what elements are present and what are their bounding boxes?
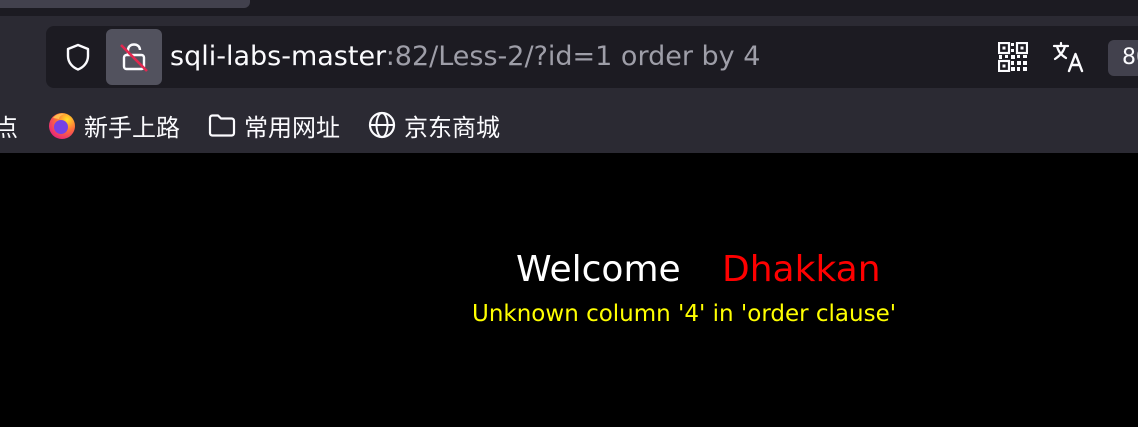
bookmark-label: 点 [0,113,18,142]
url-host: sqli-labs-master [170,41,386,72]
url-path: :82/Less-2/?id=1 order by 4 [385,41,761,72]
browser-chrome: sqli-labs-master:82/Less-2/?id=1 order b… [0,0,1138,153]
bookmark-item-partial[interactable]: 点 [0,108,18,142]
error-text: Unknown column '4' in 'order clause' [472,301,897,327]
address-bar[interactable]: sqli-labs-master:82/Less-2/?id=1 order b… [46,26,1138,88]
globe-icon [366,109,398,141]
user-name-text: Dhakkan [722,249,881,290]
bookmark-label: 常用网址 [244,113,340,142]
lock-insecure-icon[interactable] [106,29,162,85]
translate-icon[interactable] [1050,38,1088,76]
shield-icon[interactable] [62,41,94,73]
page-content: Welcome Dhakkan Unknown column '4' in 'o… [0,153,1138,427]
folder-icon [206,109,238,141]
url-text[interactable]: sqli-labs-master:82/Less-2/?id=1 order b… [170,40,760,74]
bookmark-item-jd-mall[interactable]: 京东商城 [366,108,500,142]
browser-tab[interactable] [0,0,250,8]
tab-strip [0,0,1138,16]
bookmark-item-getting-started[interactable]: 新手上路 [46,108,180,142]
welcome-text: Welcome [516,249,681,290]
bookmark-folder-common-sites[interactable]: 常用网址 [206,108,340,142]
qr-code-icon[interactable] [997,41,1029,73]
zoom-level-badge[interactable]: 80 [1108,40,1138,76]
bookmarks-bar: 点 新手上路 常用网址 京东商城 [0,98,1138,153]
bookmark-label: 新手上路 [84,113,180,142]
bookmark-label: 京东商城 [404,113,500,142]
navigation-toolbar: sqli-labs-master:82/Less-2/?id=1 order b… [0,16,1138,98]
firefox-icon [46,109,78,141]
